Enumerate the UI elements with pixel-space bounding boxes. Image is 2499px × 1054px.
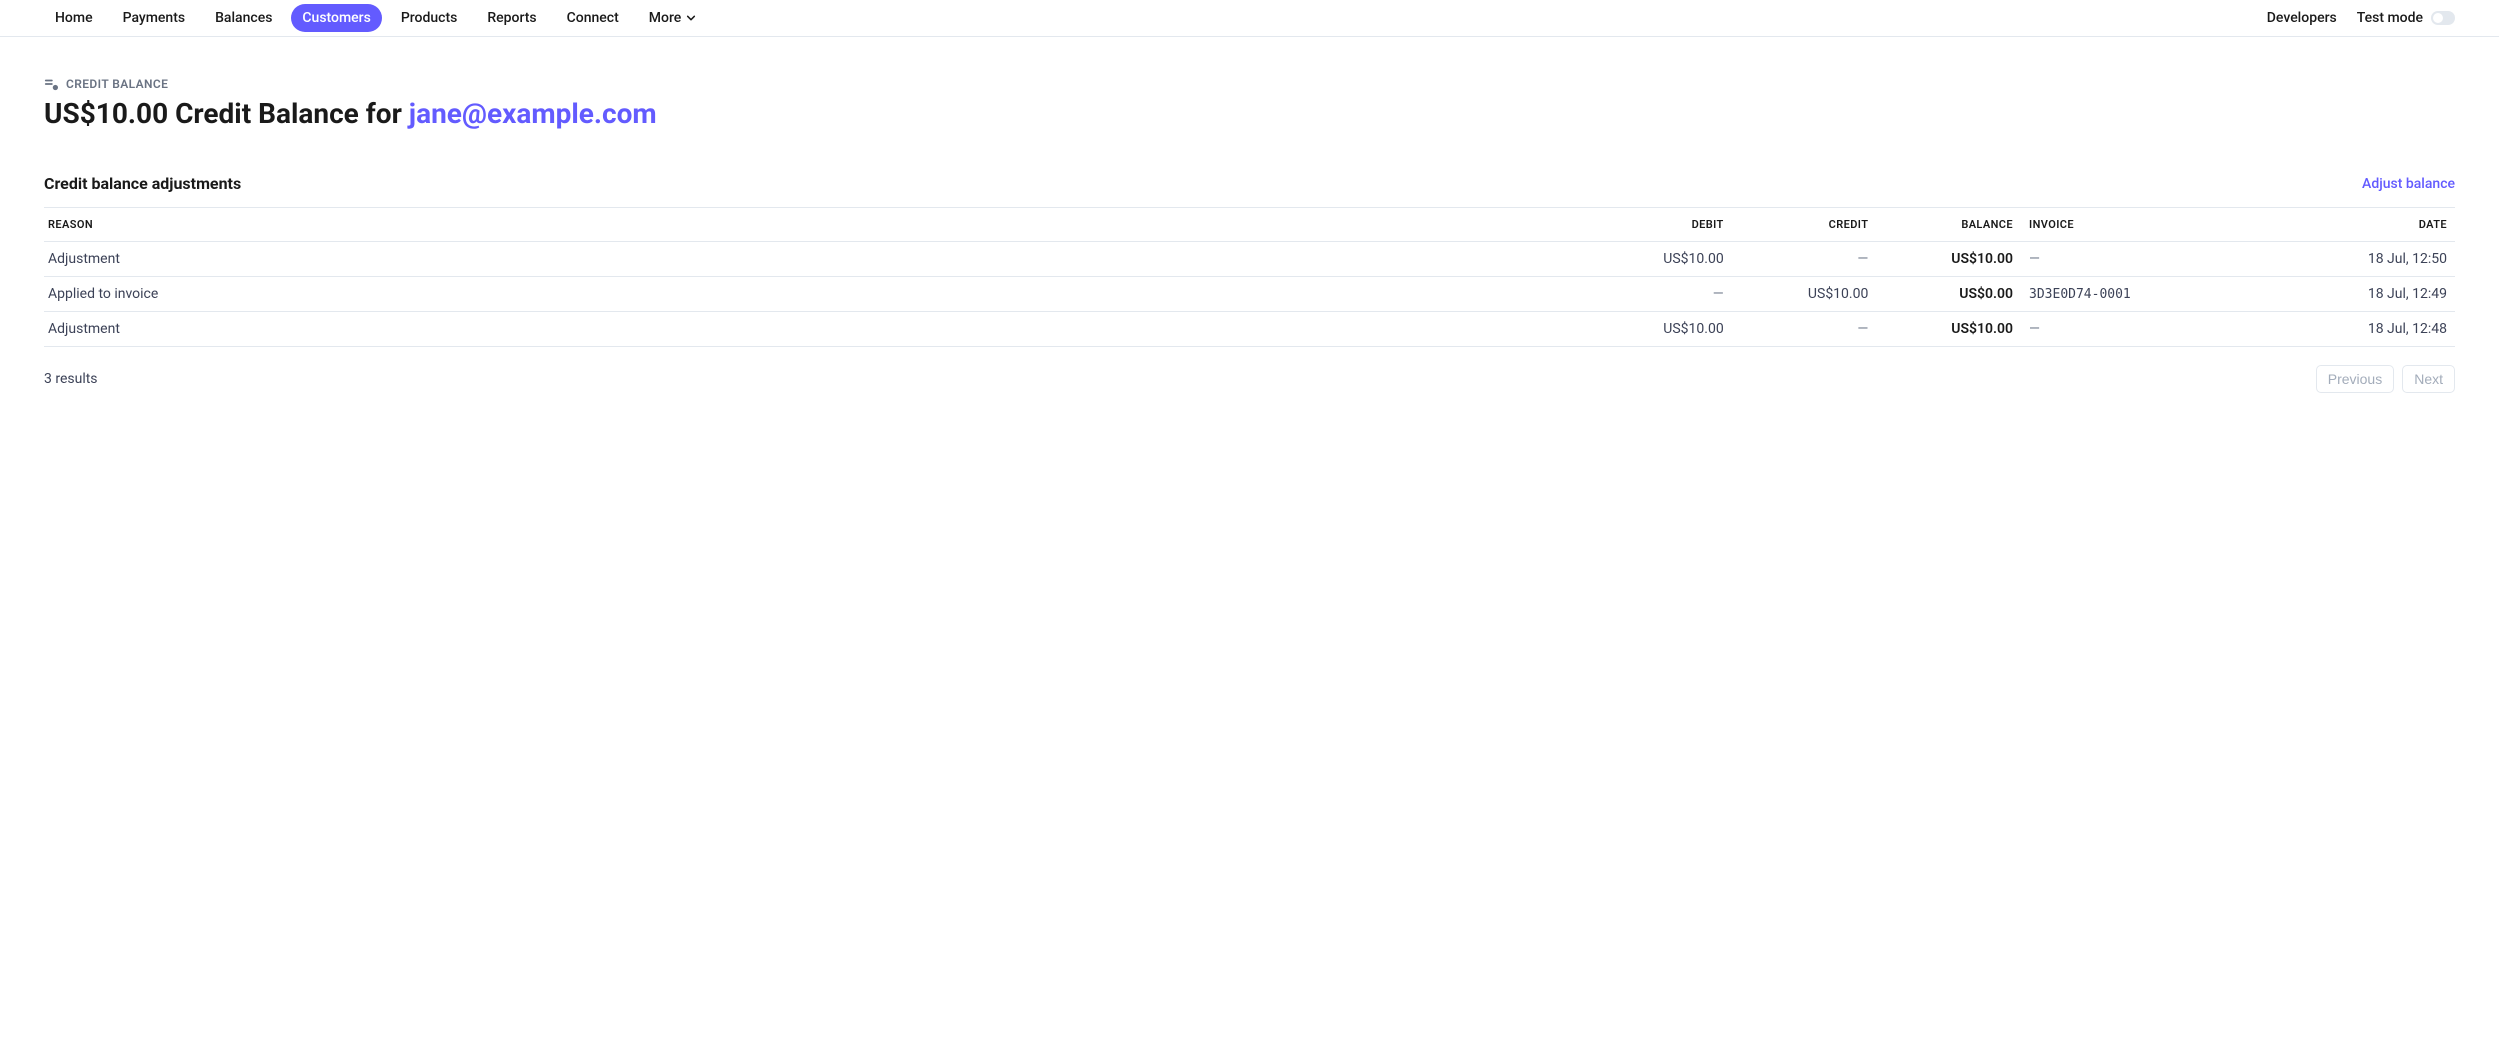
cell-date: 18 Jul, 12:49 xyxy=(2214,277,2455,312)
cell-invoice: 3D3E0D74-0001 xyxy=(2021,277,2214,312)
cell-credit: — xyxy=(1732,312,1877,347)
previous-button[interactable]: Previous xyxy=(2316,365,2394,393)
page-title-email-link[interactable]: jane@example.com xyxy=(409,97,657,130)
page-label-text: CREDIT BALANCE xyxy=(66,77,168,91)
cell-balance: US$0.00 xyxy=(1876,277,2021,312)
nav-more-label: More xyxy=(649,10,682,26)
cell-invoice: — xyxy=(2021,312,2214,347)
nav-connect[interactable]: Connect xyxy=(556,4,630,32)
table-row[interactable]: Adjustment US$10.00 — US$10.00 — 18 Jul,… xyxy=(44,312,2455,347)
credit-balance-icon xyxy=(44,77,58,91)
section-header: Credit balance adjustments Adjust balanc… xyxy=(44,174,2455,193)
table-row[interactable]: Applied to invoice — US$10.00 US$0.00 3D… xyxy=(44,277,2455,312)
cell-debit: US$10.00 xyxy=(1587,312,1732,347)
th-date: DATE xyxy=(2214,208,2455,242)
results-count: 3 results xyxy=(44,371,98,387)
cell-date: 18 Jul, 12:48 xyxy=(2214,312,2455,347)
nav-balances[interactable]: Balances xyxy=(204,4,283,32)
test-mode-toggle-group: Test mode xyxy=(2357,10,2455,26)
cell-invoice: — xyxy=(2021,242,2214,277)
top-nav: Home Payments Balances Customers Product… xyxy=(0,0,2499,37)
nav-developers[interactable]: Developers xyxy=(2267,10,2337,26)
nav-more[interactable]: More xyxy=(638,4,708,32)
cell-date: 18 Jul, 12:50 xyxy=(2214,242,2455,277)
cell-balance: US$10.00 xyxy=(1876,312,2021,347)
nav-products[interactable]: Products xyxy=(390,4,469,32)
nav-customers[interactable]: Customers xyxy=(291,4,381,32)
table-footer: 3 results Previous Next xyxy=(44,365,2455,393)
th-debit: DEBIT xyxy=(1587,208,1732,242)
th-reason: REASON xyxy=(44,208,1587,242)
nav-payments[interactable]: Payments xyxy=(112,4,197,32)
cell-reason: Adjustment xyxy=(44,242,1587,277)
nav-home[interactable]: Home xyxy=(44,4,104,32)
adjustments-table: REASON DEBIT CREDIT BALANCE INVOICE DATE… xyxy=(44,207,2455,347)
cell-balance: US$10.00 xyxy=(1876,242,2021,277)
page-title: US$10.00 Credit Balance for jane@example… xyxy=(44,97,2455,130)
th-invoice: INVOICE xyxy=(2021,208,2214,242)
nav-left: Home Payments Balances Customers Product… xyxy=(44,4,707,32)
page-content: CREDIT BALANCE US$10.00 Credit Balance f… xyxy=(0,37,2499,433)
nav-reports[interactable]: Reports xyxy=(476,4,547,32)
test-mode-label: Test mode xyxy=(2357,10,2423,26)
page-label: CREDIT BALANCE xyxy=(44,77,2455,91)
th-balance: BALANCE xyxy=(1876,208,2021,242)
cell-debit: US$10.00 xyxy=(1587,242,1732,277)
chevron-down-icon xyxy=(686,13,696,23)
toggle-knob xyxy=(2433,13,2443,23)
cell-reason: Applied to invoice xyxy=(44,277,1587,312)
page-title-prefix: US$10.00 Credit Balance for xyxy=(44,97,409,130)
pager: Previous Next xyxy=(2316,365,2455,393)
next-button[interactable]: Next xyxy=(2402,365,2455,393)
table-row[interactable]: Adjustment US$10.00 — US$10.00 — 18 Jul,… xyxy=(44,242,2455,277)
cell-reason: Adjustment xyxy=(44,312,1587,347)
test-mode-toggle[interactable] xyxy=(2431,11,2455,25)
nav-right: Developers Test mode xyxy=(2267,10,2455,26)
cell-credit: — xyxy=(1732,242,1877,277)
section-title: Credit balance adjustments xyxy=(44,174,241,193)
cell-credit: US$10.00 xyxy=(1732,277,1877,312)
adjust-balance-button[interactable]: Adjust balance xyxy=(2362,176,2455,192)
cell-debit: — xyxy=(1587,277,1732,312)
th-credit: CREDIT xyxy=(1732,208,1877,242)
